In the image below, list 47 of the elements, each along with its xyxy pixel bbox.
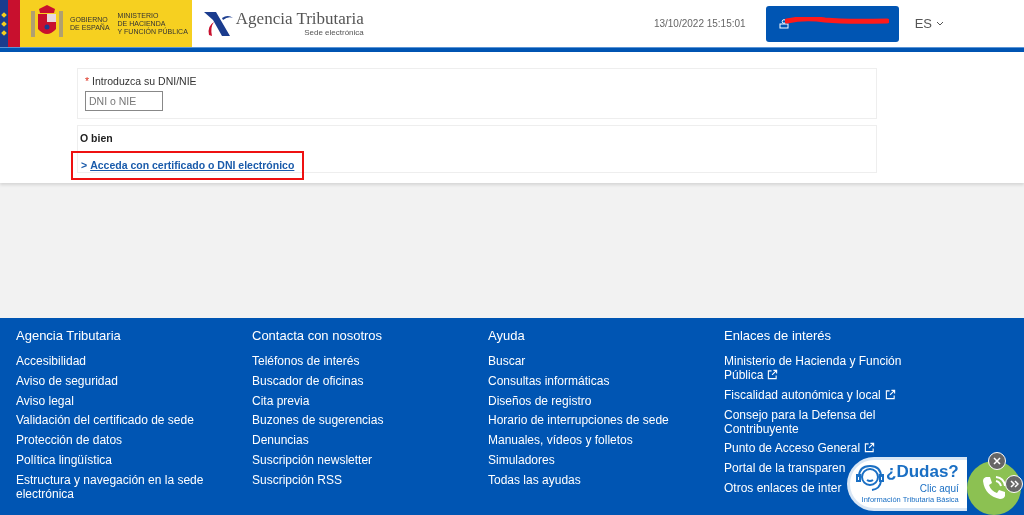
certificate-link[interactable]: > Acceda con certificado o DNI electrónico xyxy=(71,151,304,180)
agency-name: Agencia Tributaria xyxy=(235,10,364,28)
footer-link[interactable]: Consultas informáticas xyxy=(488,373,610,388)
footer-link[interactable]: Fiscalidad autonómica y local xyxy=(724,387,896,402)
footer-link[interactable]: Cita previa xyxy=(252,393,310,408)
datetime: 13/10/2022 15:15:01 xyxy=(653,17,746,31)
footer-link[interactable]: Suscripción RSS xyxy=(252,472,343,487)
footer-link[interactable]: Todas las ayudas xyxy=(488,472,581,487)
footer-heading: Ayuda xyxy=(488,328,526,344)
footer-link[interactable]: Otros enlaces de inter xyxy=(724,481,842,495)
alternative-heading: O bien xyxy=(80,132,114,145)
footer-link[interactable]: Suscripción newsletter xyxy=(252,453,373,467)
footer-link[interactable]: Teléfonos de interés xyxy=(252,354,360,368)
footer-link[interactable]: Punto de Acceso General xyxy=(724,441,876,456)
footer-link[interactable]: Política lingüística xyxy=(16,453,113,467)
footer-heading: Contacta con nosotros xyxy=(252,328,384,344)
user-area-button[interactable] xyxy=(765,5,899,42)
footer-link[interactable]: Manuales, vídeos y folletos xyxy=(488,433,633,448)
footer-link[interactable]: Simuladores xyxy=(488,453,555,467)
footer-link[interactable]: Horario de interrupciones de sede xyxy=(488,413,669,428)
footer-link[interactable]: Aviso de seguridad xyxy=(16,373,118,388)
footer-link[interactable]: Buscador de oficinas xyxy=(252,373,364,388)
footer-link[interactable]: Diseños de registro xyxy=(488,393,592,408)
dni-input-field[interactable]: DNI o NIE xyxy=(85,91,163,111)
footer-link[interactable]: Estructura y navegación en la sede electrónica xyxy=(16,472,206,501)
help-action: Clic aquí xyxy=(919,481,959,495)
footer-link[interactable]: Buscar xyxy=(488,354,526,368)
footer-heading: Agencia Tributaria xyxy=(16,328,122,344)
double-chevron-icon xyxy=(1009,480,1019,488)
footer-link[interactable]: Denuncias xyxy=(252,433,309,448)
footer-link[interactable]: Validación del certificado de sede xyxy=(16,413,194,428)
required-mark: * xyxy=(85,75,90,87)
agency-subtitle: Sede electrónica xyxy=(304,28,364,37)
close-icon xyxy=(993,457,1001,465)
chevron-down-icon xyxy=(936,21,944,26)
field-label: Introduzca su DNI/NIE xyxy=(92,75,197,87)
footer-link[interactable]: Protección de datos xyxy=(16,433,123,448)
language-selector[interactable]: ES xyxy=(914,13,944,34)
help-title: ¿Dudas? xyxy=(886,461,959,482)
footer-link[interactable]: Buzones de sugerencias xyxy=(252,413,384,428)
footer-link[interactable]: Accesibilidad xyxy=(16,354,87,368)
footer-heading: Enlaces de interés xyxy=(724,328,832,344)
footer-link[interactable]: Ministerio de Hacienda y Función Pública xyxy=(724,354,914,382)
footer-link[interactable]: Portal de la transparen xyxy=(724,461,846,476)
footer-link[interactable]: Aviso legal xyxy=(16,393,74,408)
footer-link[interactable]: Consejo para la Defensa del Contribuyente xyxy=(724,407,914,436)
user-icon xyxy=(778,18,789,29)
